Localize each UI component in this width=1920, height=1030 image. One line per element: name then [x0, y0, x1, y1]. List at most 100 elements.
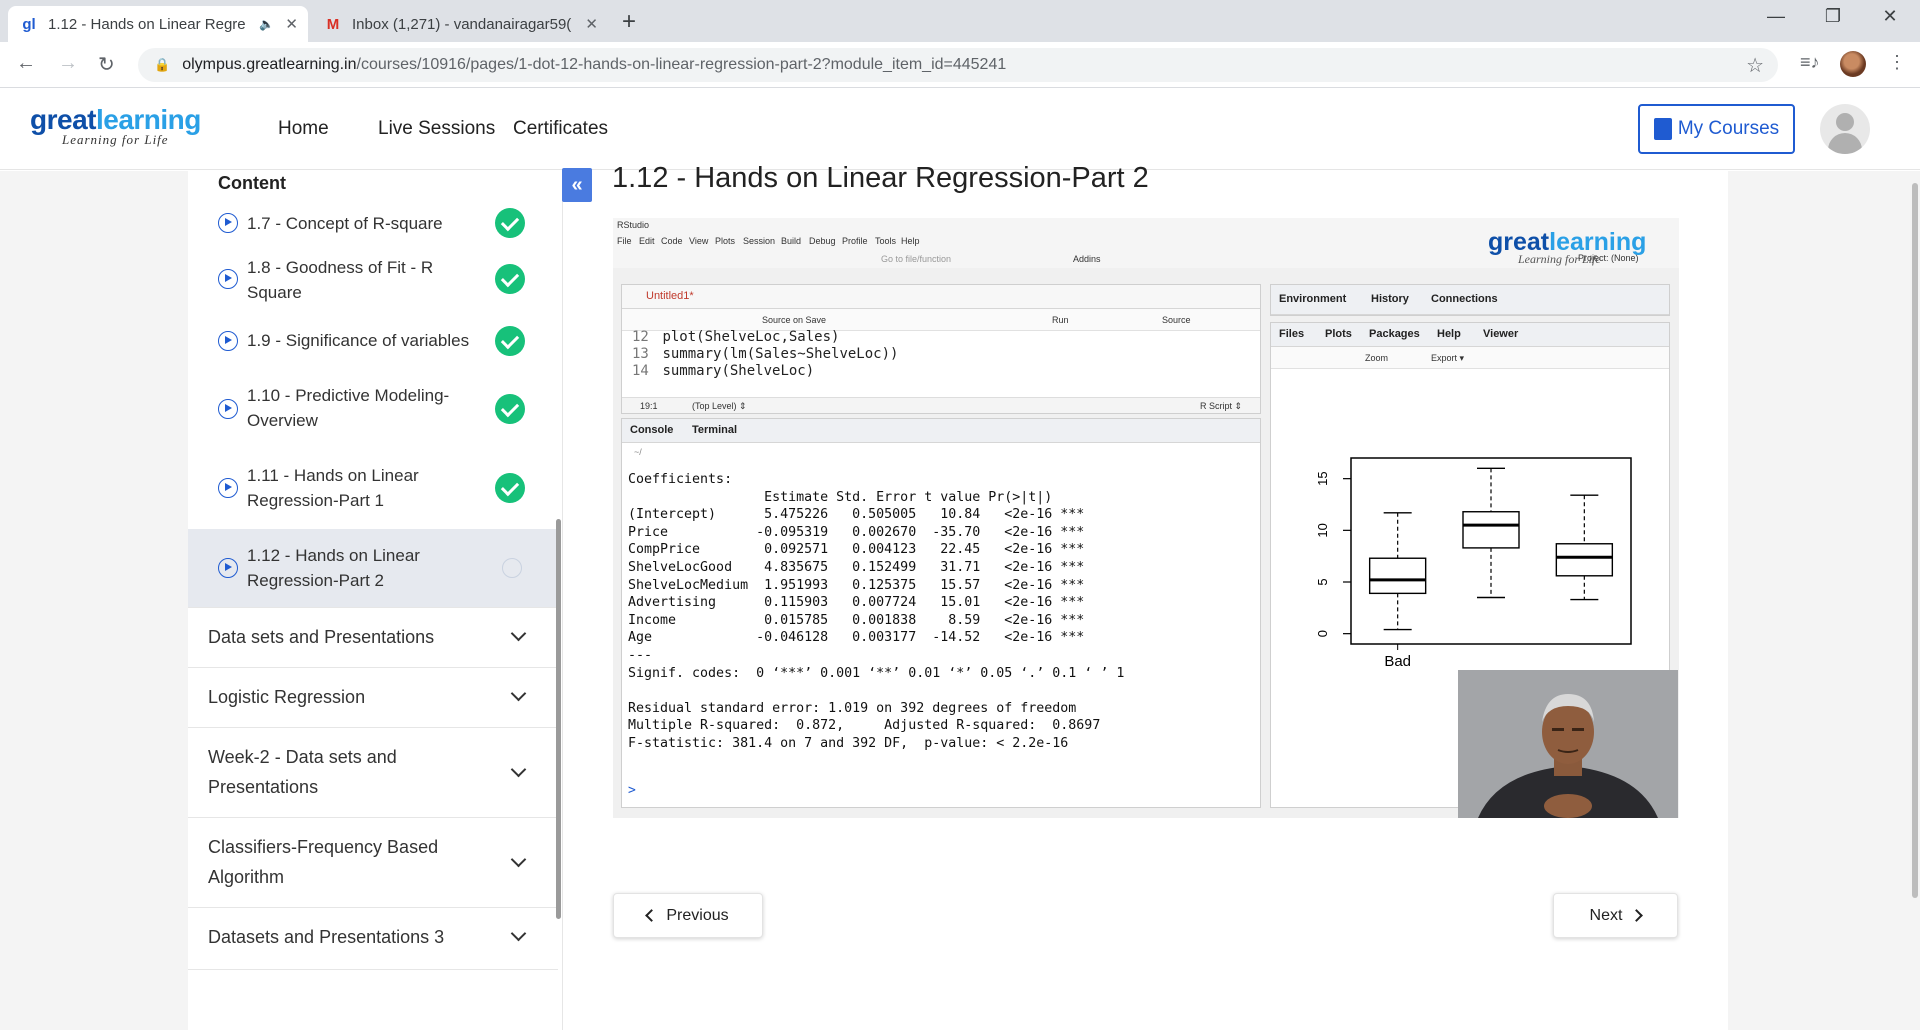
lesson-item[interactable]: 1.8 - Goodness of Fit - R Square — [188, 247, 558, 311]
nav-certificates[interactable]: Certificates — [513, 118, 608, 140]
reload-icon[interactable]: ↻ — [98, 52, 115, 77]
source-on-save: Source on Save — [762, 315, 827, 325]
goto-file-field: Go to file/function — [881, 254, 952, 264]
gl-favicon-icon: gl — [22, 15, 36, 33]
viewer-tab: Viewer — [1483, 328, 1519, 340]
play-circle-icon — [218, 269, 238, 289]
files-tab: Files — [1279, 328, 1305, 340]
completed-check-icon — [495, 394, 525, 424]
nav-live-sessions[interactable]: Live Sessions — [378, 118, 495, 140]
export-button: Export ▾ — [1431, 353, 1465, 363]
rstudio-console-pane: Console Terminal ~/ Coefficients: Estima… — [621, 418, 1261, 808]
media-control-icon[interactable]: ≡♪ — [1800, 52, 1820, 73]
greatlearning-logo[interactable]: greatlearning Learning for Life — [30, 104, 201, 148]
close-tab-icon[interactable]: ✕ — [585, 15, 598, 33]
browser-profile-avatar[interactable] — [1840, 51, 1866, 77]
section-divider — [188, 969, 558, 1030]
lesson-label: 1.11 - Hands on Linear Regression-Part 1 — [247, 466, 419, 510]
completed-check-icon — [495, 473, 525, 503]
play-circle-icon — [218, 399, 238, 419]
browser-tab-active[interactable]: gl 1.12 - Hands on Linear Regre 🔈 ✕ — [8, 6, 308, 42]
lesson-item[interactable]: 1.7 - Concept of R-square — [188, 201, 558, 245]
next-button[interactable]: Next — [1553, 893, 1678, 938]
my-courses-button[interactable]: My Courses — [1638, 104, 1795, 154]
url-omnibox[interactable]: 🔒 olympus.greatlearning.in/courses/10916… — [138, 48, 1778, 82]
close-tab-icon[interactable]: ✕ — [285, 15, 298, 33]
new-tab-button[interactable]: + — [622, 8, 636, 36]
chevron-down-icon — [510, 685, 527, 702]
play-circle-icon — [218, 213, 238, 233]
page-title: 1.12 - Hands on Linear Regression-Part 2 — [612, 162, 1149, 194]
sidebar-scrollbar[interactable] — [556, 519, 561, 919]
console-path: ~/ — [634, 447, 642, 457]
back-arrow-icon[interactable]: ← — [16, 52, 36, 75]
y-tick-label: 5 — [1315, 578, 1330, 585]
section-classifiers[interactable]: Classifiers-Frequency Based Algorithm — [188, 817, 558, 907]
lesson-item[interactable]: 1.10 - Predictive Modeling-Overview — [188, 371, 558, 447]
boxplot-chart: 0 5 10 15 Bad — [1315, 457, 1632, 668]
lesson-item[interactable]: 1.11 - Hands on Linear Regression-Part 1 — [188, 449, 558, 527]
forward-arrow-icon[interactable]: → — [58, 52, 78, 75]
collapse-sidebar-button[interactable]: « — [562, 168, 592, 202]
section-datasets-3[interactable]: Datasets and Presentations 3 — [188, 907, 558, 969]
menu-edit: Edit — [639, 236, 655, 246]
video-player[interactable]: RStudio File Edit Code View Plots Sessio… — [613, 218, 1679, 818]
user-avatar[interactable] — [1820, 104, 1870, 154]
audio-icon[interactable]: 🔈 — [259, 17, 274, 31]
history-tab: History — [1371, 293, 1409, 305]
section-logistic-regression[interactable]: Logistic Regression — [188, 667, 558, 727]
menu-debug: Debug — [809, 236, 836, 246]
previous-button[interactable]: Previous — [613, 893, 763, 938]
y-tick-label: 15 — [1315, 471, 1330, 485]
connections-tab: Connections — [1431, 293, 1498, 305]
completed-check-icon — [495, 208, 525, 238]
help-tab: Help — [1437, 328, 1461, 340]
tab-title: Inbox (1,271) - vandanairagar59( — [352, 15, 572, 33]
filetype-indicator: R Script ⇕ — [1200, 401, 1243, 411]
plots-tab: Plots — [1325, 328, 1352, 340]
course-content-sidebar: Content 1.7 - Concept of R-square 1.8 - … — [188, 171, 563, 1030]
lesson-label: 1.10 - Predictive Modeling-Overview — [247, 386, 450, 430]
browser-tab-gmail[interactable]: M Inbox (1,271) - vandanairagar59( ✕ — [312, 6, 608, 42]
book-icon — [1653, 118, 1672, 140]
section-label: Classifiers-Frequency Based Algorithm — [208, 837, 439, 887]
lesson-label: 1.8 - Goodness of Fit - R Square — [247, 258, 434, 302]
console-output: Coefficients: Estimate Std. Error t valu… — [628, 472, 1125, 751]
window-close-icon[interactable]: ✕ — [1862, 6, 1918, 27]
minimize-icon[interactable]: — — [1748, 6, 1804, 27]
environment-tab: Environment — [1279, 293, 1347, 305]
maximize-icon[interactable]: ❐ — [1805, 6, 1861, 27]
next-label: Next — [1589, 906, 1623, 924]
gmail-favicon-icon: M — [326, 15, 340, 33]
section-label: Datasets and Presentations 3 — [208, 927, 445, 947]
url-host: olympus.greatlearning.in — [182, 56, 357, 73]
line-number: 13 — [632, 346, 649, 362]
chevron-down-icon — [510, 761, 527, 778]
y-tick-label: 0 — [1315, 630, 1330, 637]
in-progress-circle-icon — [502, 558, 522, 578]
section-data-sets-and-presentations[interactable]: Data sets and Presentations — [188, 607, 558, 667]
box — [1555, 543, 1614, 577]
left-gutter — [0, 171, 188, 1030]
section-week-2[interactable]: Week-2 - Data sets and Presentations — [188, 727, 558, 817]
menu-tools: Tools — [875, 236, 897, 246]
chevron-down-icon — [510, 925, 527, 942]
bookmark-star-icon[interactable]: ☆ — [1746, 53, 1764, 78]
chevron-down-icon — [510, 625, 527, 642]
play-circle-icon — [218, 558, 238, 578]
section-label: Data sets and Presentations — [208, 627, 435, 647]
menu-file: File — [617, 236, 632, 246]
lesson-label: 1.9 - Significance of variables — [247, 331, 470, 350]
page-scrollbar[interactable] — [1910, 171, 1920, 1030]
nav-home[interactable]: Home — [278, 118, 329, 140]
menu-profile: Profile — [842, 236, 868, 246]
previous-label: Previous — [666, 906, 729, 924]
rstudio-environment-pane: Environment History Connections — [1270, 284, 1670, 316]
addins-menu: Addins — [1073, 254, 1101, 264]
lesson-item[interactable]: 1.9 - Significance of variables — [188, 313, 558, 369]
my-courses-label: My Courses — [1677, 118, 1780, 139]
code-line: summary(ShelveLoc) — [662, 363, 815, 379]
lesson-item-active[interactable]: 1.12 - Hands on Linear Regression-Part 2 — [188, 529, 558, 607]
line-number: 12 — [632, 329, 649, 345]
menu-kebab-icon[interactable]: ⋮ — [1888, 52, 1906, 73]
